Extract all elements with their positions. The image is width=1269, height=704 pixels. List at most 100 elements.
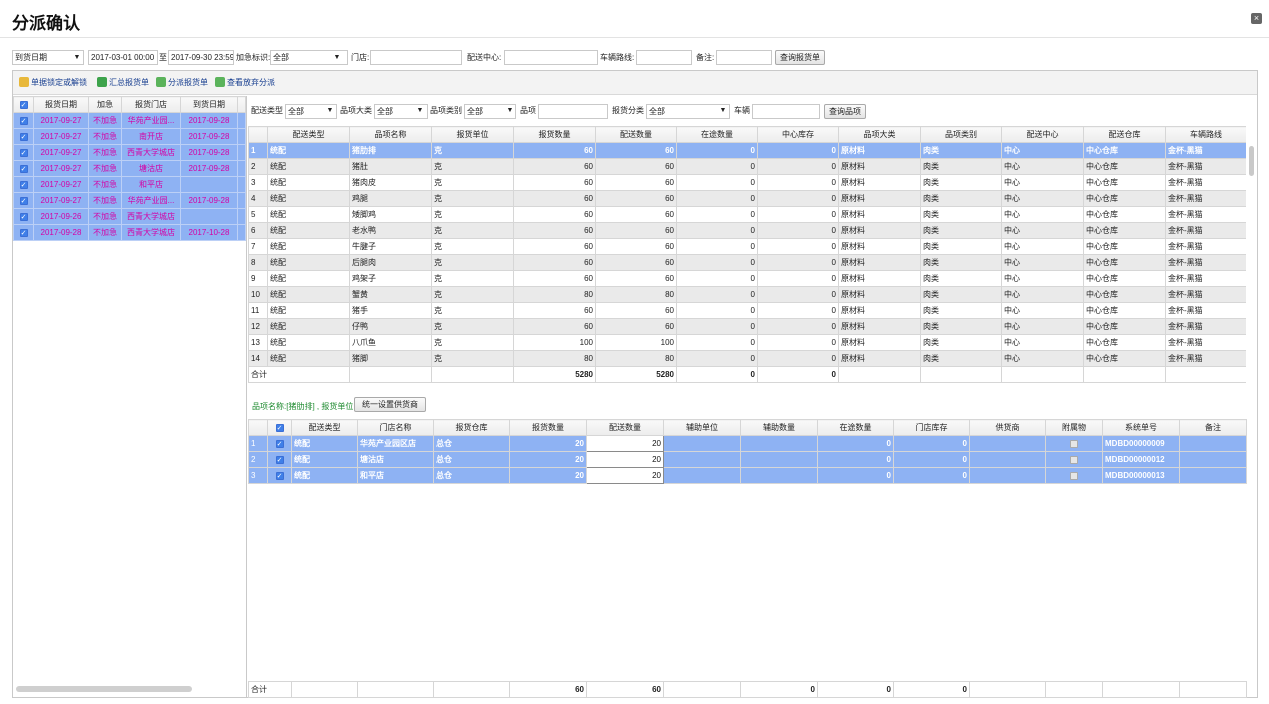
col-delivery-type: 配送类型 xyxy=(291,419,358,436)
table-row[interactable]: 13 统配 八爪鱼克 100 100 0 0 原材料 肉类 中心 中心仓库 金杯-黑猫 xyxy=(248,334,1246,351)
summary-button-label: 汇总报货单 xyxy=(109,78,149,87)
table-row[interactable]: ✓ 2017-09-27 不加急 和平店 xyxy=(13,176,246,193)
dropdown-arrow-icon[interactable]: ▼ xyxy=(505,104,515,117)
vehicle-label: 车辆 xyxy=(734,106,750,115)
table-row[interactable]: ✓ 2017-09-27 不加急 塘沽店 2017-09-28 xyxy=(13,160,246,177)
dropdown-arrow-icon[interactable]: ▼ xyxy=(415,104,425,117)
table-row[interactable]: 3 ✓ 统配 和平店 总仓 20 20 0 0 MDBD00000013 xyxy=(248,467,1247,484)
table-row[interactable]: ✓ 2017-09-27 不加急 华苑产业园... 2017-09-28 xyxy=(13,192,246,209)
row-checkbox[interactable]: ✓ xyxy=(13,160,34,177)
vehicle-input[interactable] xyxy=(752,104,820,119)
col-aux-qty: 辅助数量 xyxy=(740,419,818,436)
view-abandon-label: 查看放弃分派 xyxy=(227,78,275,87)
store-table-summary: 合计 60 60 0 0 0 xyxy=(248,681,1247,698)
scrollbar-thumb[interactable] xyxy=(1249,146,1254,176)
summary-button[interactable]: 汇总报货单 xyxy=(97,77,149,89)
table-row[interactable]: 3 统配 猪肉皮克 60 60 0 0 原材料 肉类 中心 中心仓库 金杯-黑猫 xyxy=(248,174,1246,191)
route-input[interactable] xyxy=(636,50,692,65)
table-row[interactable]: 1 ✓ 统配 华苑产业园区店 总仓 20 20 0 0 MDBD00000009 xyxy=(248,435,1247,452)
col-warehouse: 配送仓库 xyxy=(1083,126,1166,143)
dc-input[interactable] xyxy=(504,50,598,65)
category-label: 品项大类 xyxy=(340,106,372,115)
lock-icon xyxy=(19,77,29,87)
date-to-input[interactable]: 2017-09-30 23:59 xyxy=(168,50,234,65)
row-checkbox[interactable]: ✓ xyxy=(267,451,292,468)
col-supplier: 供货商 xyxy=(969,419,1046,436)
remark-input[interactable] xyxy=(716,50,772,65)
table-row[interactable]: ✓ 2017-09-27 不加急 华苑产业园... 2017-09-28 xyxy=(13,112,246,129)
dropdown-arrow-icon[interactable]: ▼ xyxy=(325,104,335,117)
table-row[interactable]: 8 统配 后腿肉克 60 60 0 0 原材料 肉类 中心 中心仓库 金杯-黑猫 xyxy=(248,254,1246,271)
col-report-date: 报货日期 xyxy=(33,96,89,113)
select-all-checkbox[interactable]: ✓ xyxy=(13,96,34,113)
delivery-qty-input[interactable]: 20 xyxy=(586,451,664,468)
table-row[interactable]: ✓ 2017-09-27 不加急 西青大学城店 2017-09-28 xyxy=(13,144,246,161)
store-input[interactable] xyxy=(370,50,462,65)
delivery-qty-input[interactable]: 20 xyxy=(586,467,664,484)
lock-button[interactable]: 单据锁定或解锁 xyxy=(19,77,87,89)
order-list-header: ✓ 报货日期 加急 报货门店 到货日期 xyxy=(13,96,246,113)
row-checkbox[interactable]: ✓ xyxy=(13,208,34,225)
order-list-table: ✓ 报货日期 加急 报货门店 到货日期 ✓ 2017-09-27 不加急 华苑产业园.… xyxy=(13,96,246,241)
delivery-qty-input[interactable]: 20 xyxy=(586,435,664,452)
item-input[interactable] xyxy=(538,104,608,119)
row-checkbox[interactable]: ✓ xyxy=(267,467,292,484)
assign-button[interactable]: 分派报货单 xyxy=(156,77,208,89)
col-delivery-qty: 配送数量 xyxy=(586,419,664,436)
table-row[interactable]: 9 统配 鸡架子克 60 60 0 0 原材料 肉类 中心 中心仓库 金杯-黑猫 xyxy=(248,270,1246,287)
remark-label: 备注: xyxy=(696,53,715,62)
table-row[interactable]: 7 统配 牛腱子克 60 60 0 0 原材料 肉类 中心 中心仓库 金杯-黑猫 xyxy=(248,238,1246,255)
table-row[interactable]: 12 统配 仔鸭克 60 60 0 0 原材料 肉类 中心 中心仓库 金杯-黑猫 xyxy=(248,318,1246,335)
col-center-stock: 中心库存 xyxy=(757,126,839,143)
row-checkbox[interactable]: ✓ xyxy=(267,435,292,452)
to-label: 至 xyxy=(159,53,167,62)
urgent-label: 加急标识: xyxy=(236,53,271,62)
table-row[interactable]: 10 统配 蟹黄克 80 80 0 0 原材料 肉类 中心 中心仓库 金杯-黑猫 xyxy=(248,286,1246,303)
col-urgent: 加急 xyxy=(88,96,122,113)
col-subcategory: 品项类别 xyxy=(920,126,1002,143)
delivery-type-label: 配送类型 xyxy=(251,106,283,115)
row-checkbox[interactable]: ✓ xyxy=(13,176,34,193)
view-abandon-button[interactable]: 查看放弃分派 xyxy=(215,77,275,89)
attachment-checkbox[interactable] xyxy=(1045,467,1103,484)
col-item-name: 品项名称 xyxy=(349,126,432,143)
table-row[interactable]: ✓ 2017-09-27 不加急 南开店 2017-09-28 xyxy=(13,128,246,145)
row-checkbox[interactable]: ✓ xyxy=(13,224,34,241)
col-delivery-type: 配送类型 xyxy=(267,126,350,143)
row-checkbox[interactable]: ✓ xyxy=(13,144,34,161)
table-row[interactable]: ✓ 2017-09-26 不加急 西青大学城店 xyxy=(13,208,246,225)
col-store-stock: 门店库存 xyxy=(893,419,970,436)
select-all-checkbox[interactable]: ✓ xyxy=(267,419,292,436)
table-row[interactable]: 6 统配 老水鸭克 60 60 0 0 原材料 肉类 中心 中心仓库 金杯-黑猫 xyxy=(248,222,1246,239)
main-container: 单据锁定或解锁 汇总报货单 分派报货单 查看放弃分派 ✓ 报货日期 加急 报货门… xyxy=(12,70,1258,698)
table-row[interactable]: 11 统配 猪手克 60 60 0 0 原材料 肉类 中心 中心仓库 金杯-黑猫 xyxy=(248,302,1246,319)
table-row[interactable]: 2 ✓ 统配 塘沽店 总仓 20 20 0 0 MDBD00000012 xyxy=(248,451,1247,468)
attachment-checkbox[interactable] xyxy=(1045,435,1103,452)
item-table-summary: 合计 5280 5280 0 0 xyxy=(248,366,1246,383)
horizontal-scrollbar[interactable] xyxy=(16,686,192,692)
dropdown-arrow-icon[interactable]: ▼ xyxy=(718,104,728,117)
row-checkbox[interactable]: ✓ xyxy=(13,112,34,129)
query-order-button[interactable]: 查询报货单 xyxy=(775,50,825,65)
attachment-checkbox[interactable] xyxy=(1045,451,1103,468)
order-list-panel: ✓ 报货日期 加急 报货门店 到货日期 ✓ 2017-09-27 不加急 华苑产业园.… xyxy=(13,96,247,698)
col-attachment: 附属物 xyxy=(1045,419,1103,436)
dialog-title: 分派确认 xyxy=(12,14,80,33)
dropdown-arrow-icon[interactable]: ▼ xyxy=(72,51,82,64)
item-table: 配送类型 品项名称 报货单位 报货数量 配送数量 在途数量 中心库存 品项大类 … xyxy=(248,126,1246,383)
dropdown-arrow-icon[interactable]: ▼ xyxy=(332,51,342,64)
set-supplier-button[interactable]: 统一设置供货商 xyxy=(354,397,426,412)
table-row[interactable]: 14 统配 猪脚克 80 80 0 0 原材料 肉类 中心 中心仓库 金杯-黑猫 xyxy=(248,350,1246,367)
table-row[interactable]: 1 统配 猪肋排克 60 60 0 0 原材料 肉类 中心 中心仓库 金杯-黑猫 xyxy=(248,142,1246,159)
close-icon[interactable]: × xyxy=(1251,13,1262,24)
col-dc: 配送中心 xyxy=(1001,126,1084,143)
row-checkbox[interactable]: ✓ xyxy=(13,128,34,145)
table-row[interactable]: 5 统配 矮脚鸡克 60 60 0 0 原材料 肉类 中心 中心仓库 金杯-黑猫 xyxy=(248,206,1246,223)
row-checkbox[interactable]: ✓ xyxy=(13,192,34,209)
date-from-input[interactable]: 2017-03-01 00:00 xyxy=(88,50,158,65)
table-row[interactable]: ✓ 2017-09-28 不加急 西青大学城店 2017-10-28 xyxy=(13,224,246,241)
table-row[interactable]: 4 统配 鸡腿克 60 60 0 0 原材料 肉类 中心 中心仓库 金杯-黑猫 xyxy=(248,190,1246,207)
table-row[interactable]: 2 统配 猪肚克 60 60 0 0 原材料 肉类 中心 中心仓库 金杯-黑猫 xyxy=(248,158,1246,175)
vertical-scrollbar[interactable] xyxy=(1248,144,1255,374)
query-item-button[interactable]: 查询品项 xyxy=(824,104,866,119)
